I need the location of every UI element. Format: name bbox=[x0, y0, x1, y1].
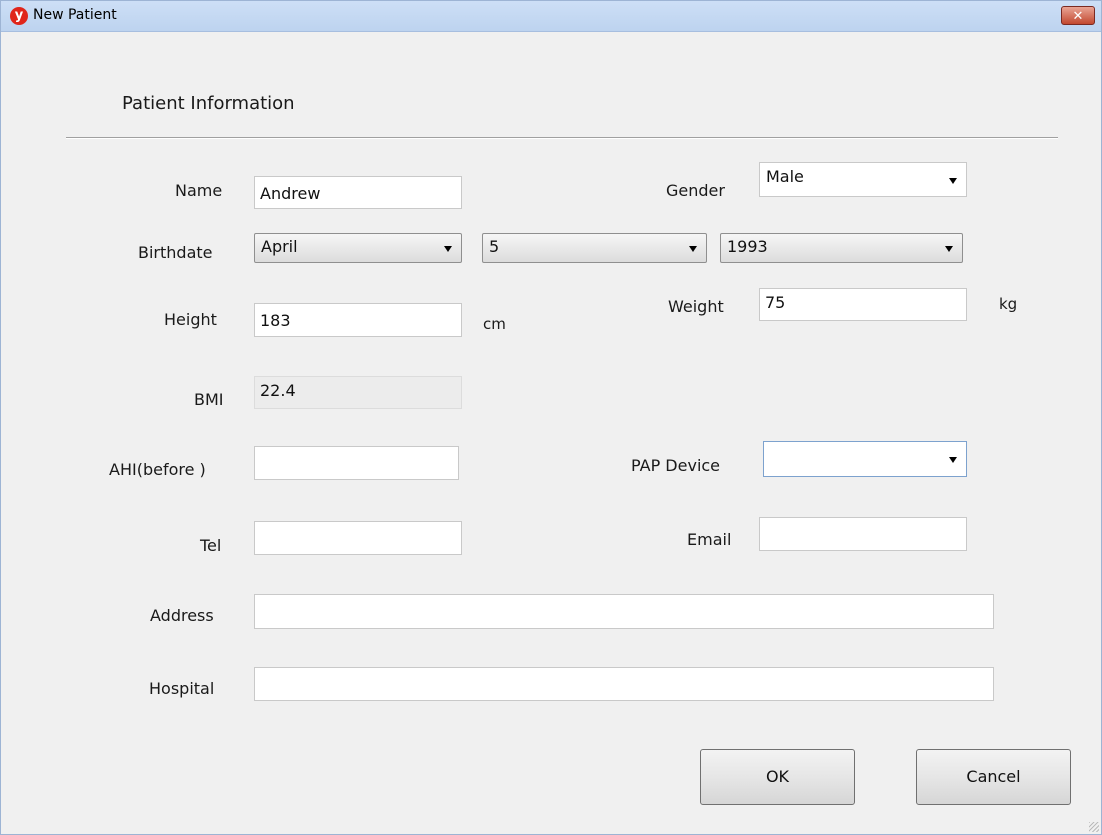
gender-value: Male bbox=[766, 167, 804, 186]
email-input[interactable] bbox=[759, 517, 967, 551]
height-input[interactable]: 183 bbox=[254, 303, 462, 337]
chevron-down-icon bbox=[689, 246, 697, 252]
name-input[interactable]: Andrew bbox=[254, 176, 462, 209]
birth-day-select[interactable]: 5 bbox=[482, 233, 707, 263]
tel-input[interactable] bbox=[254, 521, 462, 555]
title-bar: y New Patient ✕ bbox=[1, 1, 1101, 32]
divider bbox=[66, 137, 1058, 139]
birth-month-select[interactable]: April bbox=[254, 233, 462, 263]
chevron-down-icon bbox=[949, 457, 957, 463]
address-label: Address bbox=[150, 606, 214, 625]
birthdate-label: Birthdate bbox=[138, 243, 213, 262]
email-label: Email bbox=[687, 530, 732, 549]
hospital-label: Hospital bbox=[149, 679, 215, 698]
ok-button[interactable]: OK bbox=[700, 749, 855, 805]
bmi-value: 22.4 bbox=[254, 376, 462, 409]
gender-select[interactable]: Male bbox=[759, 162, 967, 197]
chevron-down-icon bbox=[949, 178, 957, 184]
app-logo-icon: y bbox=[10, 7, 28, 25]
chevron-down-icon bbox=[444, 246, 452, 252]
bmi-label: BMI bbox=[194, 390, 224, 409]
tel-label: Tel bbox=[200, 536, 222, 555]
birth-year-select[interactable]: 1993 bbox=[720, 233, 963, 263]
height-unit: cm bbox=[483, 315, 506, 333]
birth-year-value: 1993 bbox=[727, 237, 768, 256]
section-title: Patient Information bbox=[122, 93, 295, 114]
resize-grip-icon[interactable] bbox=[1089, 822, 1099, 832]
ahi-label: AHI(before ) bbox=[109, 460, 206, 479]
height-label: Height bbox=[164, 310, 217, 329]
weight-unit: kg bbox=[999, 295, 1018, 313]
new-patient-dialog: y New Patient ✕ Patient Information Name… bbox=[0, 0, 1102, 835]
birth-day-value: 5 bbox=[489, 237, 500, 256]
weight-label: Weight bbox=[668, 297, 724, 316]
weight-input[interactable]: 75 bbox=[759, 288, 967, 321]
ahi-input[interactable] bbox=[254, 446, 459, 480]
hospital-input[interactable] bbox=[254, 667, 994, 701]
pap-device-label: PAP Device bbox=[631, 456, 721, 475]
chevron-down-icon bbox=[945, 246, 953, 252]
cancel-button[interactable]: Cancel bbox=[916, 749, 1071, 805]
close-button[interactable]: ✕ bbox=[1061, 6, 1095, 25]
birth-month-value: April bbox=[261, 237, 298, 256]
name-label: Name bbox=[175, 181, 223, 200]
window-title: New Patient bbox=[33, 7, 117, 23]
gender-label: Gender bbox=[666, 181, 725, 200]
address-input[interactable] bbox=[254, 594, 994, 629]
pap-device-select[interactable] bbox=[763, 441, 967, 477]
